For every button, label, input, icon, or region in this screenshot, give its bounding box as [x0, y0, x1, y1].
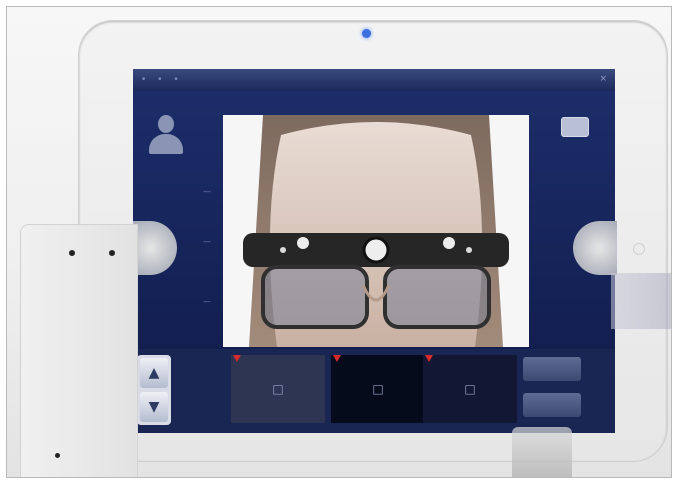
capture-slot-3[interactable]: □	[423, 355, 517, 423]
slot-marker-icon	[425, 355, 433, 362]
close-icon[interactable]: ×	[599, 74, 607, 84]
scroll-up-button[interactable]: ▲	[140, 358, 168, 388]
action-button-top[interactable]	[523, 357, 581, 381]
side-scale-tick: —	[203, 237, 211, 246]
scroll-controls: ▲ ▼	[137, 355, 171, 425]
slot-marker-icon	[333, 355, 341, 362]
screenshot-frame: • • • × — — — ▲ ▼ □ □ □	[6, 6, 672, 478]
title-bar: • • • ×	[133, 69, 615, 91]
tablet-screen: • • • × — — — ▲ ▼ □ □ □	[133, 69, 615, 433]
user-body	[149, 134, 183, 154]
slot-marker-icon	[233, 355, 241, 362]
indicator-led-icon	[55, 453, 60, 458]
slot-label: □	[372, 382, 384, 396]
scroll-down-button[interactable]: ▼	[140, 392, 168, 422]
indicator-led-icon	[109, 250, 115, 256]
face-image	[223, 115, 529, 347]
face-measurement-photo	[223, 115, 529, 347]
user-profile-icon[interactable]	[149, 115, 183, 155]
camera-settings-button[interactable]	[561, 117, 589, 137]
device-stand	[512, 427, 572, 477]
side-overlay-tab	[611, 273, 671, 329]
camera-icon	[362, 29, 371, 38]
front-device-panel	[21, 225, 137, 477]
user-head	[158, 115, 174, 133]
measurement-bar: ▲ ▼ □ □ □	[133, 349, 615, 433]
indicator-led-icon	[69, 250, 75, 256]
capture-slot-1[interactable]: □	[231, 355, 325, 423]
slot-label: □	[464, 382, 476, 396]
menu-dots-icon[interactable]: • • •	[141, 75, 183, 85]
home-button[interactable]	[633, 243, 645, 255]
side-scale-tick: —	[203, 187, 211, 196]
capture-slot-2[interactable]: □	[331, 355, 425, 423]
slot-label: □	[272, 382, 284, 396]
side-scale-tick: —	[203, 297, 211, 306]
action-button-bottom[interactable]	[523, 393, 581, 417]
